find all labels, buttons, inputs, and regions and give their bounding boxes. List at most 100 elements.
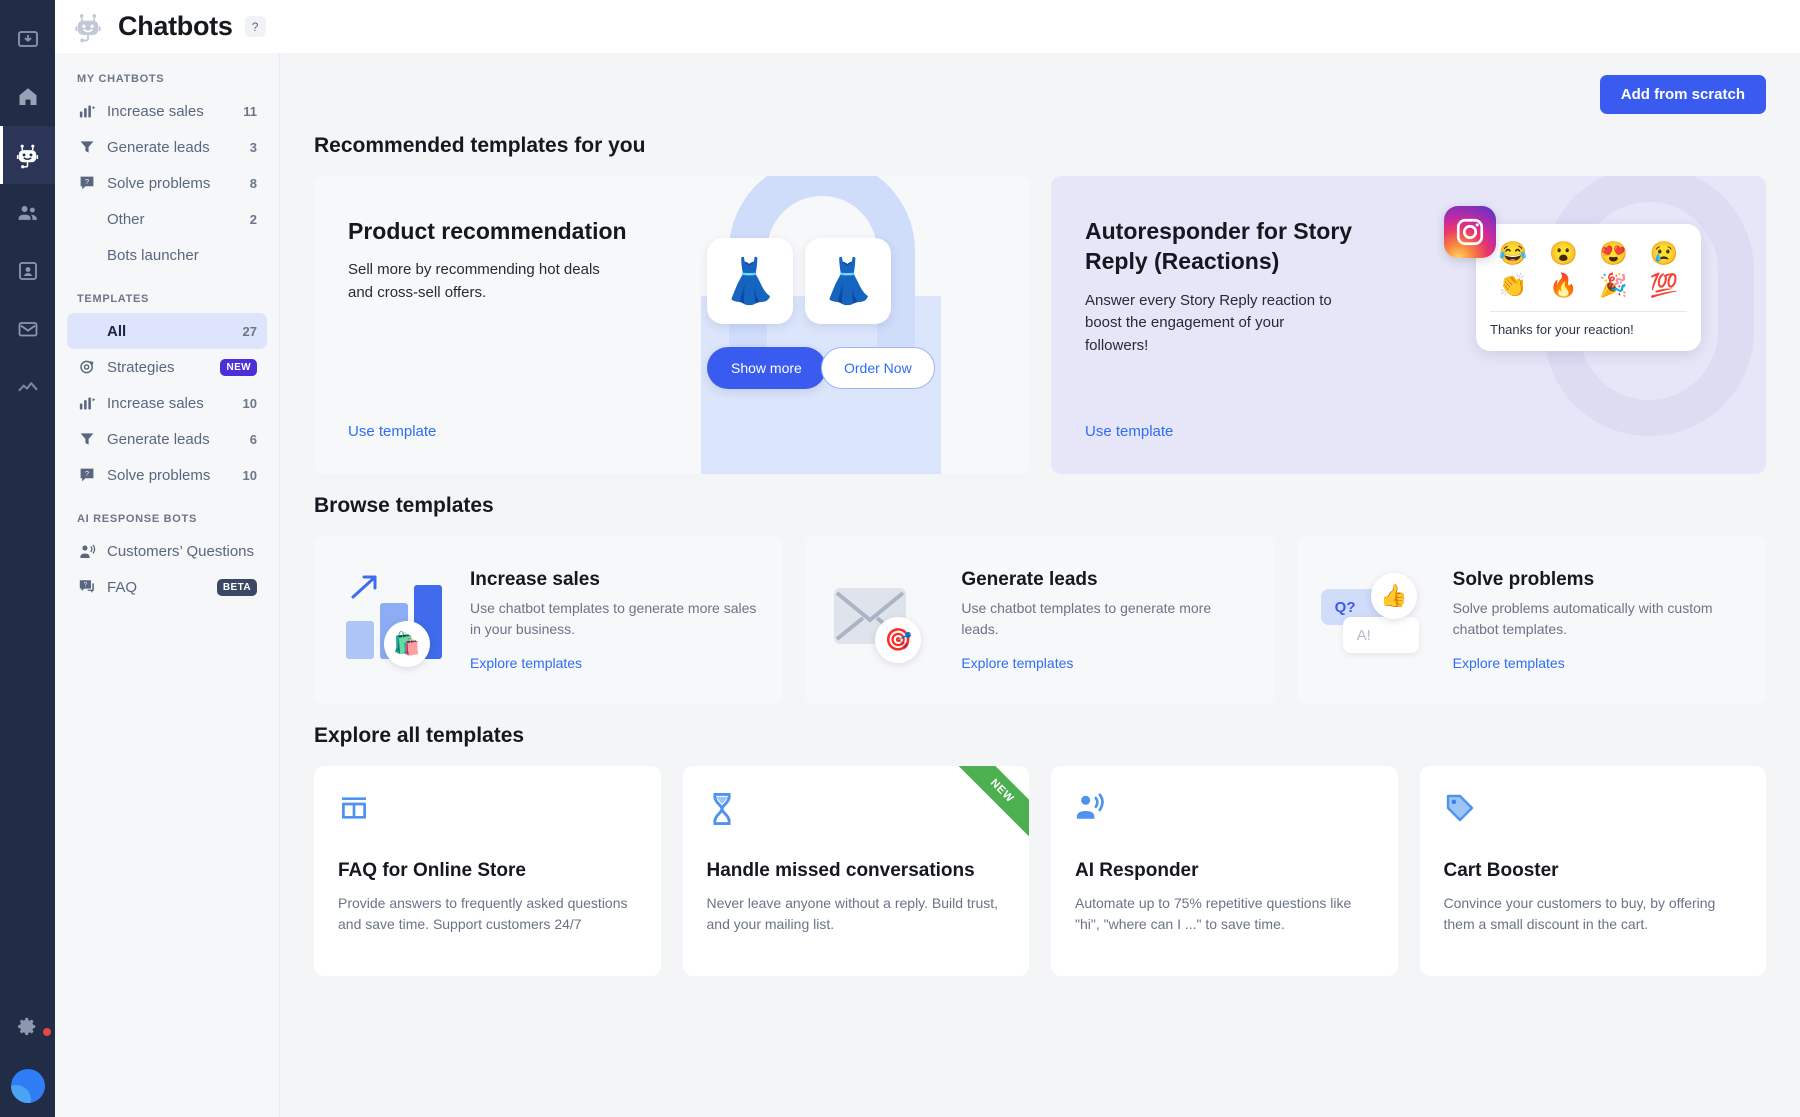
emoji-fire: 🔥	[1549, 272, 1578, 299]
avatar[interactable]	[10, 1069, 45, 1103]
emoji-surprised: 😮	[1549, 240, 1578, 266]
sidebar-item-templates-solve-problems[interactable]: ? Solve problems 10	[67, 457, 267, 493]
card-description: Answer every Story Reply reaction to boo…	[1085, 291, 1332, 354]
sidebar-item-customers-questions[interactable]: Customers’ Questions	[67, 533, 267, 569]
target-badge: 🎯	[875, 617, 922, 663]
funnel-icon	[77, 431, 97, 447]
trend-arrow-icon	[351, 575, 377, 599]
sidebar-item-all[interactable]: All 27	[67, 313, 267, 349]
sidebar-item-label: Solve problems	[107, 174, 211, 192]
sidebar-item-bots-launcher[interactable]: Bots launcher	[67, 237, 267, 273]
sidebar-item-generate-leads[interactable]: Generate leads 3	[67, 129, 267, 165]
rail-item-cards[interactable]	[0, 242, 55, 300]
sidebar-item-other[interactable]: Other 2	[67, 201, 267, 237]
recommended-card-product-recommendation[interactable]: Product recommendation Sell more by reco…	[314, 176, 1029, 474]
card-icon	[18, 262, 37, 280]
emoji-party: 🎉	[1599, 272, 1628, 299]
sidebar-item-count: 10	[242, 467, 257, 483]
target-icon	[77, 359, 97, 375]
use-template-link[interactable]: Use template	[348, 423, 436, 440]
card-description: Provide answers to frequently asked ques…	[338, 894, 628, 933]
main-inner: Add from scratch Recommended templates f…	[280, 53, 1800, 976]
increase-sales-icon	[77, 395, 97, 412]
explore-templates-link[interactable]: Explore templates	[961, 655, 1250, 671]
contacts-icon	[18, 206, 37, 220]
sidebar-heading-my-chatbots: MY CHATBOTS	[77, 73, 165, 85]
rail-item-settings[interactable]	[0, 997, 55, 1055]
explore-cards-row: FAQ for Online Store Provide answers to …	[314, 766, 1766, 976]
template-card-faq-online-store[interactable]: FAQ for Online Store Provide answers to …	[314, 766, 661, 976]
sidebar-item-label: Solve problems	[107, 466, 211, 484]
rail-item-chatbots[interactable]	[0, 126, 55, 184]
chatbot-logo-icon	[75, 13, 101, 42]
sidebar-item-solve-problems[interactable]: ? Solve problems 8	[67, 165, 267, 201]
analytics-icon	[18, 382, 37, 392]
sidebar-item-count: 11	[243, 103, 257, 119]
template-card-ai-responder[interactable]: AI Responder Automate up to 75% repetiti…	[1051, 766, 1398, 976]
order-now-button[interactable]: Order Now	[821, 347, 935, 389]
sidebar-item-label: Other	[107, 210, 145, 228]
inbox-icon	[17, 31, 38, 47]
sidebar-item-templates-increase-sales[interactable]: Increase sales 10	[67, 385, 267, 421]
rail-item-contacts[interactable]	[0, 184, 55, 242]
rail-item-home[interactable]	[0, 68, 55, 126]
card-title: Generate leads	[961, 569, 1098, 590]
emoji-sad: 😢	[1649, 240, 1679, 266]
sidebar-item-label: FAQ	[107, 578, 138, 596]
explore-templates-link[interactable]: Explore templates	[1453, 655, 1742, 671]
help-button[interactable]: ?	[244, 16, 266, 37]
sidebar-item-count: 6	[249, 431, 257, 447]
secondary-sidebar: MY CHATBOTS Increase sales 11 Generate l…	[55, 0, 280, 1117]
emoji-joy: 😂	[1498, 240, 1528, 266]
question-bubble-icon: ?	[77, 467, 97, 483]
browse-card-generate-leads[interactable]: 🎯 Generate leads Use chatbot templates t…	[805, 536, 1275, 704]
sidebar-heading-templates: TEMPLATES	[77, 293, 150, 305]
recommended-card-autoresponder[interactable]: Autoresponder for Story Reply (Reactions…	[1051, 176, 1766, 474]
bar-chart-shopping-icon: 🛍️	[338, 565, 462, 675]
sidebar-item-count: 27	[242, 323, 257, 339]
rail-item-inbox[interactable]	[0, 10, 55, 68]
announce-glyph	[1076, 793, 1104, 819]
card-description: Solve problems automatically with custom…	[1452, 600, 1713, 637]
card-title: Autoresponder for Story Reply (Reactions…	[1085, 218, 1353, 275]
card-description: Automate up to 75% repetitive questions …	[1075, 894, 1352, 933]
speaking-person-icon	[77, 543, 97, 560]
emoji-hundred: 💯	[1649, 272, 1679, 299]
rail-bottom-group	[0, 997, 55, 1117]
sidebar-item-faq[interactable]: ? FAQ BETA	[67, 569, 267, 605]
browse-card-increase-sales[interactable]: 🛍️ Increase sales Use chatbot templates …	[314, 536, 784, 704]
product-tile-blue-dress: 👗	[707, 238, 793, 324]
rail-item-analytics[interactable]	[0, 358, 55, 416]
sidebar-item-label: Increase sales	[107, 102, 204, 120]
bar-1	[346, 621, 374, 659]
sidebar-item-label: Strategies	[107, 358, 175, 376]
svg-text:?: ?	[85, 469, 89, 478]
sidebar-item-label: Customers’ Questions	[107, 542, 254, 560]
sidebar-item-templates-generate-leads[interactable]: Generate leads 6	[67, 421, 267, 457]
shopping-bags-badge: 🛍️	[384, 621, 430, 667]
rail-item-email[interactable]	[0, 300, 55, 358]
divider	[1490, 310, 1687, 312]
storefront-glyph	[342, 797, 366, 819]
card-description: Convince your customers to buy, by offer…	[1443, 894, 1716, 933]
main-content: Add from scratch Recommended templates f…	[280, 0, 1800, 1117]
sidebar-item-increase-sales[interactable]: Increase sales 11	[67, 93, 267, 129]
emoji-clap: 👏	[1498, 272, 1528, 299]
svg-text:?: ?	[85, 177, 89, 186]
sidebar-item-strategies[interactable]: Strategies NEW	[67, 349, 267, 385]
sidebar-item-count: 8	[249, 175, 257, 191]
template-card-cart-booster[interactable]: Cart Booster Convince your customers to …	[1419, 766, 1766, 976]
add-from-scratch-button[interactable]: Add from scratch	[1599, 75, 1766, 114]
explore-templates-link[interactable]: Explore templates	[470, 655, 759, 671]
template-card-handle-missed-conversations[interactable]: Handle missed conversations Never leave …	[682, 766, 1029, 976]
show-more-button[interactable]: Show more	[707, 347, 826, 389]
card-description: Never leave anyone without a reply. Buil…	[706, 894, 999, 933]
svg-text:?: ?	[84, 582, 88, 589]
sidebar-item-count: 3	[249, 139, 257, 155]
hourglass-glyph	[712, 792, 731, 826]
autoresponder-illustration: 😂 😮 😍 😢 👏 🔥 🎉 💯 Thanks for your reaction…	[1426, 176, 1766, 474]
announce-icon	[1075, 792, 1374, 826]
thumbs-up-badge: 👍	[1370, 573, 1417, 619]
browse-card-solve-problems[interactable]: Q? A! 👍 Solve problems Solve problems au…	[1296, 536, 1766, 704]
use-template-link[interactable]: Use template	[1085, 423, 1173, 440]
